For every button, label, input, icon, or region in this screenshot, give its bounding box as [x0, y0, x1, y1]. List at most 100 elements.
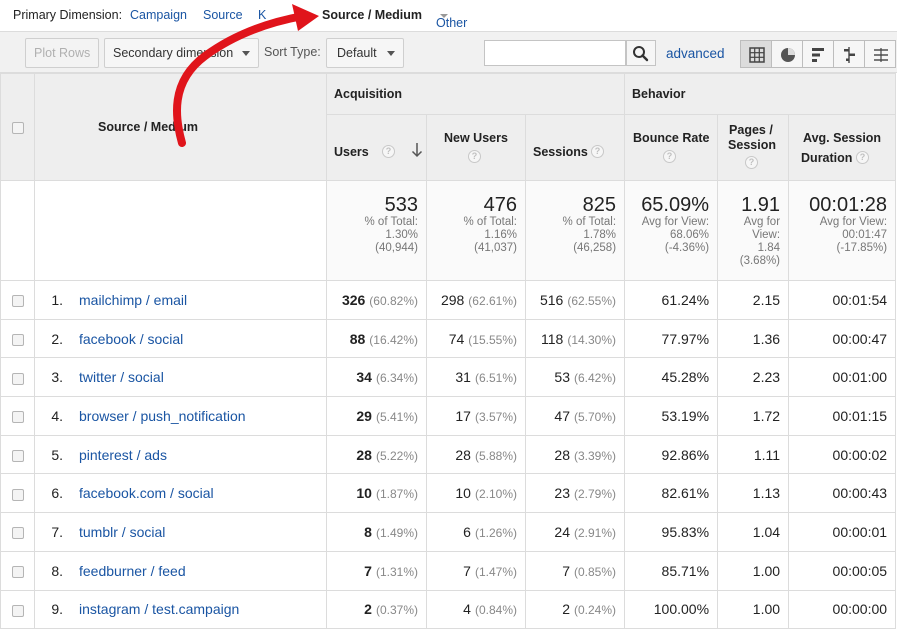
- table-row: 5. pinterest / ads 28 (5.22%) 28 (5.88%) 28 (3.…: [0, 434, 897, 475]
- new-users-value: 7: [463, 562, 471, 579]
- new-users-percent: (5.88%): [474, 448, 517, 463]
- primary-dimension-source-medium[interactable]: Source / Medium: [322, 8, 422, 22]
- pivot-view-icon: [874, 48, 888, 62]
- users-cell: 88 (16.42%): [326, 318, 427, 359]
- table-row: 6. facebook.com / social 10 (1.87%) 10 (2.10%…: [0, 473, 897, 514]
- source-medium-cell: 4. browser / push_notification: [34, 396, 327, 436]
- bounce-rate-header-label: Bounce Rate: [633, 131, 710, 145]
- row-checkbox[interactable]: [11, 604, 24, 617]
- help-icon[interactable]: ?: [468, 150, 481, 163]
- source-medium-cell: 6. facebook.com / social: [34, 473, 327, 514]
- source-medium-link[interactable]: tumblr / social: [79, 524, 165, 540]
- sessions-percent: (2.91%): [574, 525, 617, 540]
- source-medium-link[interactable]: facebook.com / social: [79, 485, 214, 501]
- users-value: 28: [356, 446, 372, 463]
- sessions-cell: 118 (14.30%): [524, 318, 626, 359]
- pages-session-cell: 2.23: [717, 357, 790, 398]
- table-row: 9. instagram / test.campaign 2 (0.37%) 4 (0.8…: [0, 589, 897, 629]
- sessions-cell: 53 (6.42%): [524, 357, 626, 398]
- source-medium-link[interactable]: instagram / test.campaign: [79, 601, 239, 617]
- source-medium-cell: 7. tumblr / social: [34, 512, 327, 552]
- users-cell: 326 (60.82%): [326, 280, 427, 320]
- pie-view-button[interactable]: [771, 40, 803, 68]
- bounce-rate-cell: 77.97%: [624, 318, 719, 359]
- sessions-cell: 23 (2.79%): [524, 473, 626, 514]
- source-medium-link[interactable]: pinterest / ads: [79, 447, 167, 463]
- row-checkbox[interactable]: [11, 333, 24, 346]
- new-users-total-site: (41,037): [474, 242, 517, 254]
- bounce-rate-column-header[interactable]: Bounce Rate ?: [624, 114, 719, 181]
- pages-session-column-header[interactable]: Pages / Session ?: [717, 114, 790, 181]
- source-medium-link[interactable]: browser / push_notification: [79, 408, 246, 424]
- users-cell: 8 (1.49%): [326, 512, 427, 552]
- help-icon[interactable]: ?: [591, 145, 604, 158]
- plot-rows-button[interactable]: Plot Rows: [25, 38, 99, 68]
- chevron-down-icon: [242, 51, 250, 56]
- totals-empty-cell: [34, 180, 327, 281]
- secondary-dimension-dropdown[interactable]: Secondary dimension: [104, 38, 259, 68]
- primary-dimension-campaign[interactable]: Campaign: [130, 8, 187, 22]
- select-all-cell: [0, 73, 35, 181]
- dimension-header[interactable]: Source / Medium: [34, 73, 327, 181]
- source-medium-link[interactable]: feedburner / feed: [79, 563, 186, 579]
- table-view-button[interactable]: [740, 40, 772, 68]
- pages-session-cell: 1.04: [717, 512, 790, 552]
- source-medium-link[interactable]: facebook / social: [79, 331, 183, 347]
- help-icon[interactable]: ?: [663, 150, 677, 163]
- help-icon[interactable]: ?: [745, 156, 759, 169]
- row-checkbox[interactable]: [11, 372, 24, 385]
- users-header-label: Users: [334, 145, 369, 159]
- avg-session-duration-cell: 00:00:47: [788, 318, 897, 359]
- primary-dimension-other[interactable]: Other: [436, 8, 467, 30]
- bounce-rate-total-view: 68.06%: [670, 229, 710, 241]
- source-medium-link[interactable]: mailchimp / email: [79, 292, 187, 308]
- new-users-value: 31: [455, 369, 471, 386]
- pages-session-header-line1: Pages /: [729, 123, 773, 137]
- row-checkbox-cell: [0, 550, 35, 591]
- users-cell: 34 (6.34%): [326, 357, 427, 398]
- new-users-cell: 298 (62.61%): [426, 280, 526, 320]
- sessions-percent: (5.70%): [574, 409, 617, 424]
- sessions-percent: (2.79%): [574, 487, 617, 502]
- comparison-view-button[interactable]: [833, 40, 865, 68]
- row-checkbox[interactable]: [11, 411, 24, 424]
- avg-session-duration-cell: 00:01:00: [788, 357, 897, 398]
- new-users-total: 476 % of Total: 1.16% (41,037): [426, 180, 526, 281]
- primary-dimension-source[interactable]: Source: [203, 8, 243, 22]
- pages-session-cell: 1.13: [717, 473, 790, 514]
- row-number: 3.: [51, 369, 63, 386]
- row-checkbox[interactable]: [11, 295, 24, 308]
- row-checkbox[interactable]: [11, 527, 24, 540]
- row-checkbox[interactable]: [11, 565, 24, 578]
- performance-view-button[interactable]: [802, 40, 834, 68]
- source-medium-cell: 2. facebook / social: [34, 318, 327, 359]
- sessions-column-header[interactable]: Sessions ?: [524, 114, 626, 181]
- row-number: 1.: [51, 291, 63, 308]
- row-checkbox[interactable]: [11, 449, 24, 462]
- primary-dimension-keyword-partial[interactable]: K: [258, 8, 266, 22]
- advanced-filter-link[interactable]: advanced: [666, 46, 725, 61]
- primary-dimension-bar: Primary Dimension: Campaign Source K Sou…: [0, 0, 897, 31]
- select-all-checkbox[interactable]: [11, 122, 24, 135]
- sessions-value: 516: [539, 291, 564, 308]
- sort-type-dropdown[interactable]: Default: [326, 38, 404, 68]
- new-users-value: 6: [463, 523, 471, 540]
- new-users-value: 28: [455, 446, 471, 463]
- avg-session-duration-column-header[interactable]: Avg. Session Duration ?: [788, 114, 897, 181]
- help-icon[interactable]: ?: [382, 145, 395, 158]
- new-users-column-header[interactable]: New Users ?: [426, 114, 526, 181]
- pages-session-total-label2: View:: [752, 229, 781, 241]
- users-value: 88: [349, 330, 366, 347]
- help-icon[interactable]: ?: [856, 151, 870, 164]
- pivot-view-button[interactable]: [864, 40, 896, 68]
- users-percent: (0.37%): [375, 603, 418, 618]
- sessions-cell: 7 (0.85%): [524, 550, 626, 591]
- users-column-header[interactable]: Users ?: [326, 114, 427, 181]
- bounce-rate-cell: 82.61%: [624, 473, 719, 514]
- search-button[interactable]: [626, 40, 656, 66]
- row-checkbox[interactable]: [11, 488, 24, 501]
- source-medium-cell: 5. pinterest / ads: [34, 434, 327, 475]
- table-search-input[interactable]: [484, 40, 626, 66]
- source-medium-link[interactable]: twitter / social: [79, 369, 164, 385]
- sessions-percent: (62.55%): [567, 293, 617, 308]
